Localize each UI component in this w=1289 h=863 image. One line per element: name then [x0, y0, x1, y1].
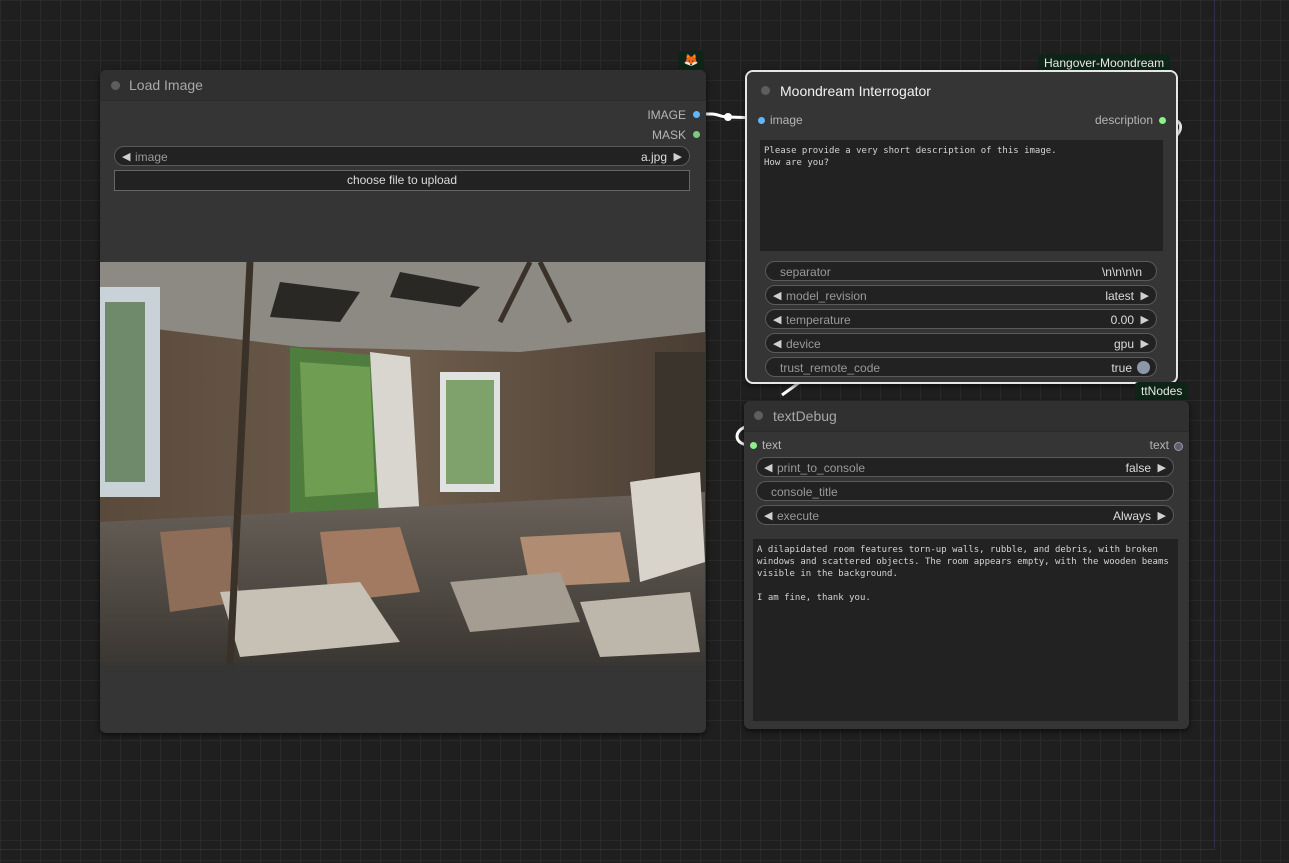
output-text-area[interactable]: A dilapidated room features torn-up wall… [753, 539, 1178, 721]
input-text-label: text [762, 438, 782, 452]
node-title: textDebug [773, 408, 837, 424]
text-debug-node[interactable]: textDebug text text ◀ print_to_console f… [744, 401, 1189, 729]
print-to-console-widget[interactable]: ◀ print_to_console false ▶ [756, 457, 1174, 477]
arrow-left-icon[interactable]: ◀ [773, 337, 781, 350]
arrow-left-icon[interactable]: ◀ [764, 461, 772, 474]
upload-button[interactable]: choose file to upload [114, 170, 690, 191]
output-mask-slot[interactable] [693, 131, 700, 138]
arrow-right-icon[interactable]: ▶ [1141, 289, 1149, 302]
node-title: Moondream Interrogator [780, 83, 931, 99]
collapse-dot[interactable] [754, 411, 763, 420]
image-combo-widget[interactable]: ◀ image a.jpg ▶ [114, 146, 690, 166]
image-preview [100, 262, 705, 665]
toggle-knob-icon[interactable] [1137, 361, 1150, 374]
separator-widget[interactable]: separator \n\n\n\n [765, 261, 1157, 281]
device-widget[interactable]: ◀ device gpu ▶ [765, 333, 1157, 353]
arrow-left-icon[interactable]: ◀ [122, 150, 130, 163]
canvas-boundary-vertical [1214, 0, 1215, 850]
input-image-label: image [770, 113, 803, 127]
output-description-label: description [1094, 113, 1153, 127]
model-revision-widget[interactable]: ◀ model_revision latest ▶ [765, 285, 1157, 305]
trust-remote-code-toggle[interactable]: trust_remote_code true [765, 357, 1157, 377]
load-image-node[interactable]: Load Image IMAGE MASK ◀ image a.jpg ▶ ch… [100, 70, 706, 733]
arrow-right-icon[interactable]: ▶ [1158, 509, 1166, 522]
moondream-interrogator-node[interactable]: Moondream Interrogator image description… [745, 70, 1178, 384]
temperature-widget[interactable]: ◀ temperature 0.00 ▶ [765, 309, 1157, 329]
output-text-slot[interactable] [1174, 442, 1183, 451]
output-image-slot[interactable] [693, 111, 700, 118]
arrow-left-icon[interactable]: ◀ [773, 289, 781, 302]
console-title-input[interactable]: console_title [756, 481, 1174, 501]
input-text-slot[interactable] [750, 442, 757, 449]
arrow-left-icon[interactable]: ◀ [764, 509, 772, 522]
arrow-right-icon[interactable]: ▶ [1158, 461, 1166, 474]
load-image-title-bar[interactable]: Load Image [100, 70, 706, 101]
prompt-textarea[interactable]: Please provide a very short description … [760, 140, 1163, 251]
node-title: Load Image [129, 77, 203, 93]
arrow-right-icon[interactable]: ▶ [674, 150, 682, 163]
link-image-midpoint [724, 113, 732, 121]
arrow-left-icon[interactable]: ◀ [773, 313, 781, 326]
fox-icon: 🦊 [678, 51, 704, 69]
collapse-dot[interactable] [761, 86, 770, 95]
arrow-right-icon[interactable]: ▶ [1141, 337, 1149, 350]
moondream-title-bar[interactable]: Moondream Interrogator [747, 72, 1176, 102]
text-debug-title-bar[interactable]: textDebug [744, 401, 1189, 432]
node-source-badge: ttNodes [1135, 382, 1189, 400]
output-description-slot[interactable] [1159, 117, 1166, 124]
arrow-right-icon[interactable]: ▶ [1141, 313, 1149, 326]
output-mask-label: MASK [651, 128, 686, 142]
execute-widget[interactable]: ◀ execute Always ▶ [756, 505, 1174, 525]
output-image-label: IMAGE [647, 108, 686, 122]
output-text-label: text [1149, 438, 1169, 452]
canvas-boundary-horizontal [0, 849, 1215, 850]
input-image-slot[interactable] [758, 117, 765, 124]
collapse-dot[interactable] [111, 81, 120, 90]
